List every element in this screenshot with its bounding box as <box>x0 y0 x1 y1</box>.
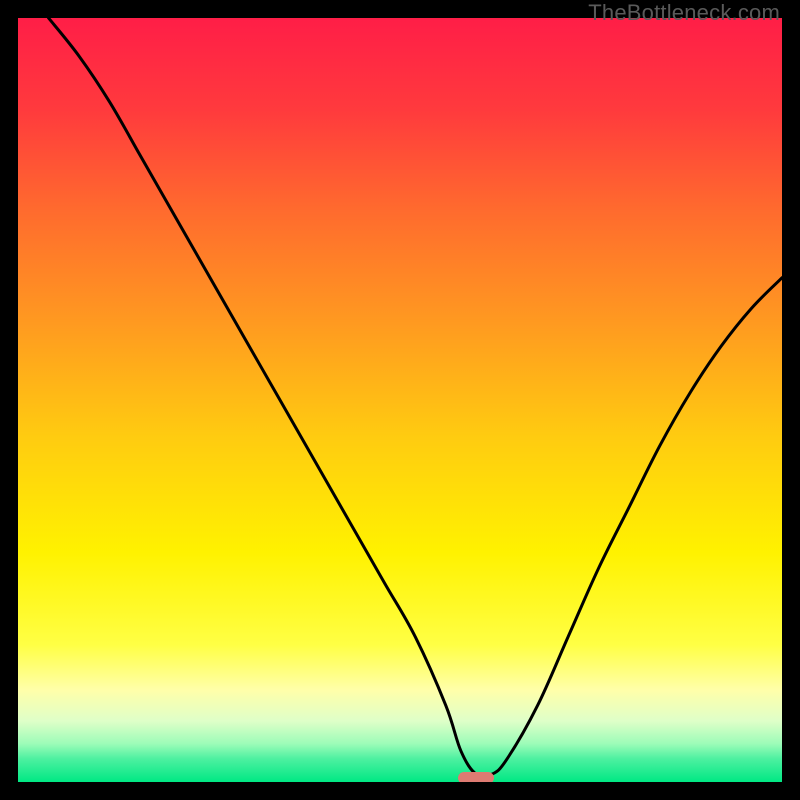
watermark-label: TheBottleneck.com <box>588 0 780 26</box>
minimum-marker <box>458 772 494 782</box>
plot-area <box>18 18 782 782</box>
bottleneck-curve <box>49 18 782 777</box>
chart-frame: TheBottleneck.com <box>0 0 800 800</box>
curve-layer <box>18 18 782 782</box>
